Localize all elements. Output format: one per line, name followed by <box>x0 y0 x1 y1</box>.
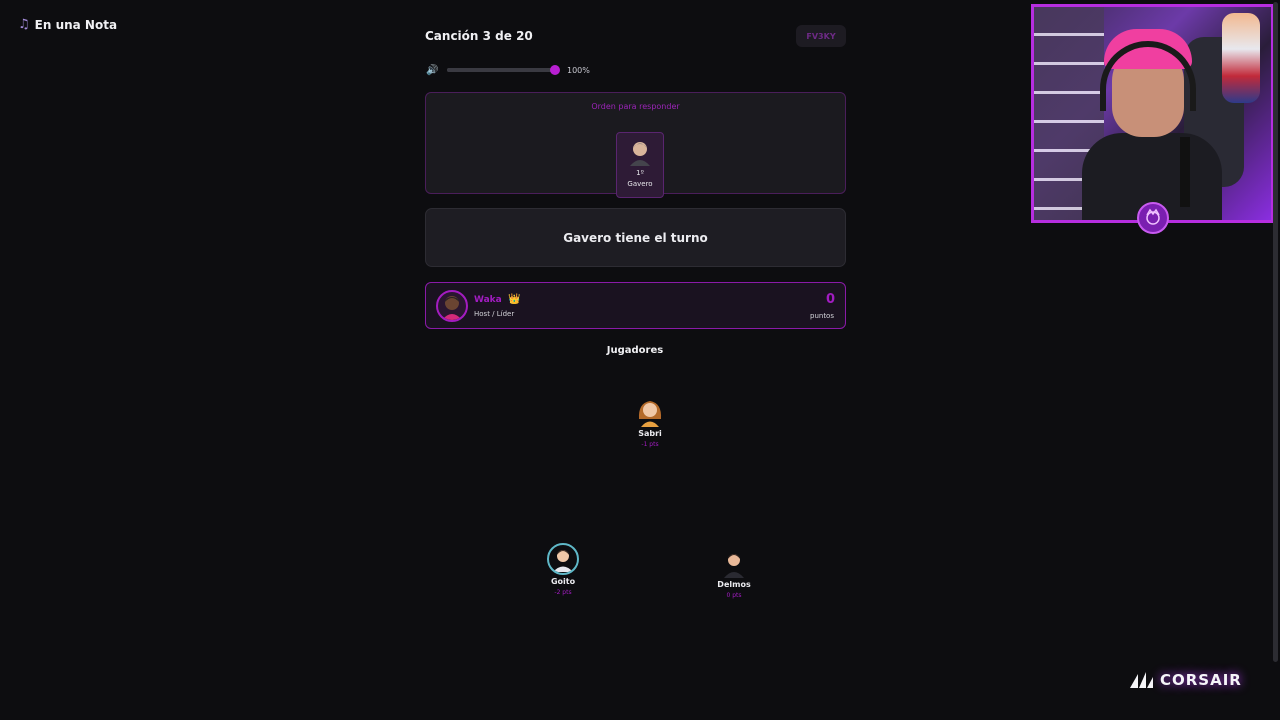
answer-order-panel: Orden para responder 1º Gavero <box>425 92 846 198</box>
avatar <box>630 142 650 166</box>
player-card[interactable]: Delmos 0 pts <box>704 550 764 599</box>
microphone-icon <box>1180 137 1190 207</box>
player-points: -1 pts <box>641 441 659 448</box>
volume-control: 🔊 100% <box>426 63 846 77</box>
page-scrollbar[interactable] <box>1273 2 1278 662</box>
webcam-figure <box>1222 13 1260 103</box>
player-avatar-icon <box>553 550 573 572</box>
player-name: Sabri <box>638 429 662 438</box>
avatar <box>436 290 468 322</box>
player-points: 0 pts <box>726 592 742 599</box>
player-card[interactable]: Goito -2 pts <box>533 543 593 596</box>
turn-indicator: Gavero tiene el turno <box>425 208 846 267</box>
webcam-overlay <box>1031 4 1274 223</box>
corsair-sails-icon <box>1130 672 1153 688</box>
host-points: 0 <box>825 292 835 307</box>
player-name: Goito <box>550 577 576 586</box>
avatar <box>638 401 662 427</box>
app-title: En una Nota <box>34 17 118 32</box>
volume-slider[interactable] <box>447 65 560 75</box>
volume-fill <box>447 68 555 72</box>
host-role: Host / Líder <box>474 310 515 318</box>
turn-message: Gavero tiene el turno <box>563 230 708 245</box>
streamer-logo-icon <box>1137 202 1169 234</box>
speaker-icon[interactable]: 🔊 <box>426 65 446 76</box>
host-name: Waka <box>474 295 502 305</box>
sponsor-name: CORSAIR <box>1160 671 1242 689</box>
player-points: -2 pts <box>554 589 572 596</box>
order-position: 1º <box>636 169 644 177</box>
answer-order-label: Orden para responder <box>591 102 680 111</box>
avatar <box>547 543 579 575</box>
volume-percent: 100% <box>567 65 590 75</box>
player-name: Delmos <box>717 580 751 589</box>
song-progress: Canción 3 de 20 <box>425 29 533 43</box>
volume-thumb[interactable] <box>550 65 560 75</box>
avatar <box>724 554 744 578</box>
order-player-name: Gavero <box>627 180 653 188</box>
host-points-label: puntos <box>810 312 834 320</box>
host-card: Waka 👑 Host / Líder 0 puntos <box>425 282 846 329</box>
music-note-icon: ♫ <box>18 17 30 32</box>
players-heading: Jugadores <box>606 345 664 356</box>
room-code-badge[interactable]: FV3KY <box>796 25 846 47</box>
order-card: 1º Gavero <box>616 132 664 198</box>
crown-icon: 👑 <box>508 294 521 305</box>
app-brand[interactable]: ♫ En una Nota <box>18 17 117 32</box>
sponsor-logo: CORSAIR <box>1128 670 1242 690</box>
host-avatar-icon <box>442 296 462 320</box>
player-card[interactable]: Sabri -1 pts <box>620 397 680 448</box>
